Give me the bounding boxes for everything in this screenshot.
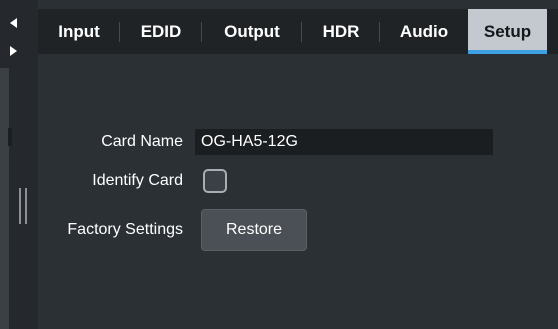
tab-label: Output bbox=[224, 21, 280, 41]
tab-label: Input bbox=[58, 21, 100, 41]
tab-bar: Input EDID Output HDR Audio Setup bbox=[38, 9, 558, 54]
factory-settings-label: Factory Settings bbox=[67, 221, 183, 238]
splitter-grip-icon[interactable] bbox=[19, 188, 29, 224]
tab-audio[interactable]: Audio bbox=[380, 9, 468, 54]
tab-label: Audio bbox=[399, 21, 449, 41]
identify-card-label: Identify Card bbox=[92, 172, 183, 189]
triangle-left-icon bbox=[10, 18, 17, 28]
tab-input[interactable]: Input bbox=[38, 9, 120, 54]
tab-edid[interactable]: EDID bbox=[120, 9, 202, 54]
side-panel-marker bbox=[8, 128, 12, 146]
tab-label: EDID bbox=[140, 21, 182, 41]
side-panel-edge bbox=[0, 68, 9, 329]
card-name-label: Card Name bbox=[101, 133, 183, 150]
tab-hdr[interactable]: HDR bbox=[302, 9, 380, 54]
tab-output[interactable]: Output bbox=[202, 9, 302, 54]
tab-scroll-right-button[interactable] bbox=[4, 41, 34, 61]
triangle-right-icon bbox=[10, 46, 17, 56]
tab-label: HDR bbox=[322, 21, 360, 41]
tab-label: Setup bbox=[483, 21, 532, 41]
app-window: Input EDID Output HDR Audio Setup Card N… bbox=[0, 0, 558, 329]
tab-setup[interactable]: Setup bbox=[468, 9, 547, 54]
tab-scroll-left-button[interactable] bbox=[4, 13, 34, 33]
restore-button[interactable]: Restore bbox=[201, 209, 307, 251]
card-name-input[interactable] bbox=[195, 129, 493, 155]
identify-card-checkbox[interactable] bbox=[203, 169, 227, 193]
